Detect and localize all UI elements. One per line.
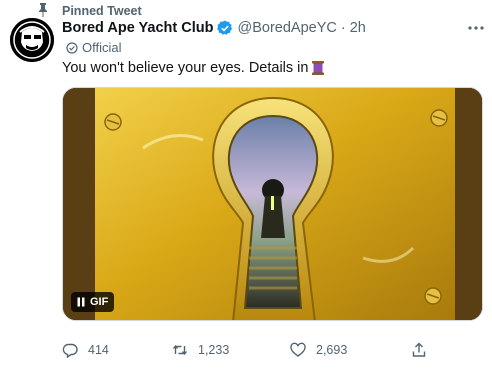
official-badge-icon: [66, 41, 78, 54]
official-label: Official: [66, 40, 122, 55]
like-count: 2,693: [316, 343, 348, 357]
pinned-label: Pinned Tweet: [62, 4, 142, 18]
retweet-button[interactable]: 1,233: [172, 342, 229, 358]
handle[interactable]: @BoredApeYC: [237, 20, 336, 36]
verified-badge-icon: [217, 20, 233, 35]
reply-button[interactable]: 414: [62, 342, 109, 358]
separator-dot: ·: [340, 20, 346, 36]
media-gif[interactable]: [62, 87, 483, 321]
like-icon: [290, 342, 306, 357]
retweet-count: 1,233: [198, 343, 230, 357]
tweet-text: You won't believe your eyes. Details in: [62, 60, 325, 76]
timestamp[interactable]: 2h: [350, 20, 366, 36]
retweet-icon: [172, 344, 188, 356]
like-button[interactable]: 2,693: [290, 342, 347, 358]
pause-icon: [77, 297, 85, 307]
tweet-header: Bored Ape Yacht Club @BoredApeYC · 2h: [62, 20, 366, 36]
tweet-body: You won't believe your eyes. Details in: [62, 60, 309, 76]
share-icon: [412, 342, 426, 357]
reply-count: 414: [88, 343, 109, 357]
tweet-actions: 414 1,233 2,693: [0, 342, 492, 362]
pin-icon: [39, 3, 47, 17]
gif-label: GIF: [90, 296, 109, 308]
display-name[interactable]: Bored Ape Yacht Club: [62, 20, 213, 36]
spool-emoji: [312, 61, 325, 75]
reply-icon: [62, 343, 78, 358]
more-icon[interactable]: [466, 22, 486, 34]
gif-badge[interactable]: GIF: [71, 292, 115, 312]
avatar[interactable]: [10, 18, 54, 62]
official-text: Official: [82, 40, 122, 55]
share-button[interactable]: [411, 342, 437, 358]
